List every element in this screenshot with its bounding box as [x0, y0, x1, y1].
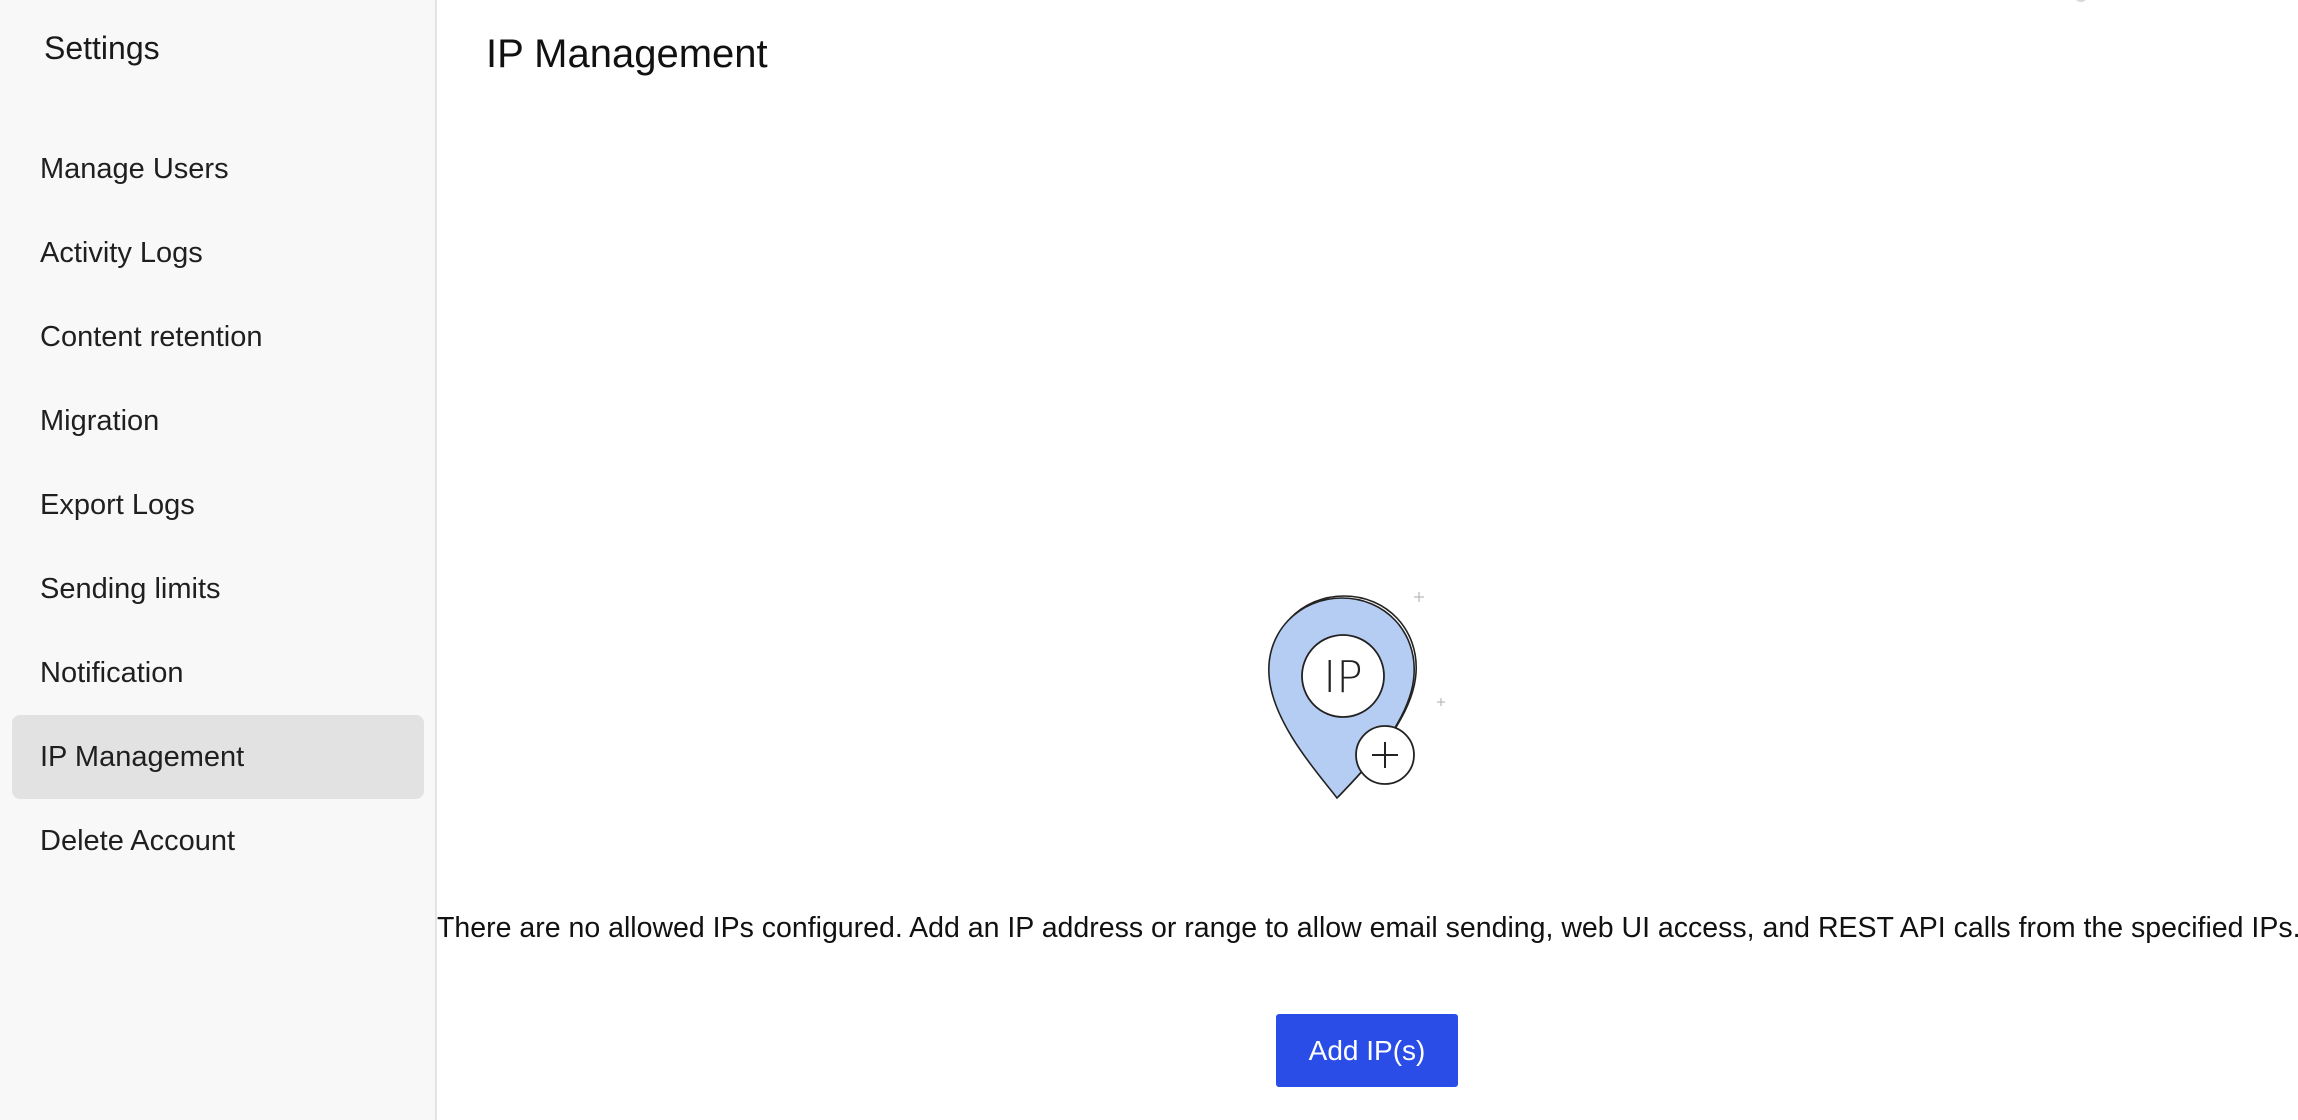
app-window: Settings Manage Users Activity Logs Cont…	[0, 0, 2298, 1120]
sidebar-item-export-logs[interactable]: Export Logs	[12, 463, 424, 547]
sidebar-title: Settings	[44, 30, 160, 66]
add-ips-button[interactable]: Add IP(s)	[1276, 1014, 1458, 1087]
sidebar-item-content-retention[interactable]: Content retention	[12, 295, 424, 379]
sidebar-item-ip-management[interactable]: IP Management	[12, 715, 424, 799]
sidebar-item-sending-limits[interactable]: Sending limits	[12, 547, 424, 631]
sidebar-item-notification[interactable]: Notification	[12, 631, 424, 715]
main-content: IP Management IP There are no allowed IP…	[437, 0, 2298, 1120]
settings-sidebar: Settings Manage Users Activity Logs Cont…	[0, 0, 437, 1120]
sidebar-item-migration[interactable]: Migration	[12, 379, 424, 463]
sidebar-nav: Manage Users Activity Logs Content reten…	[12, 127, 424, 883]
empty-state-message: There are no allowed IPs configured. Add…	[437, 912, 2298, 944]
ip-location-pin-plus-icon: IP	[1268, 592, 1445, 800]
sidebar-item-activity-logs[interactable]: Activity Logs	[12, 211, 424, 295]
sidebar-item-delete-account[interactable]: Delete Account	[12, 799, 424, 883]
decorative-arc	[2074, 0, 2088, 2]
sidebar-item-manage-users[interactable]: Manage Users	[12, 127, 424, 211]
page-title: IP Management	[486, 32, 768, 76]
ip-badge-text: IP	[1323, 652, 1363, 703]
